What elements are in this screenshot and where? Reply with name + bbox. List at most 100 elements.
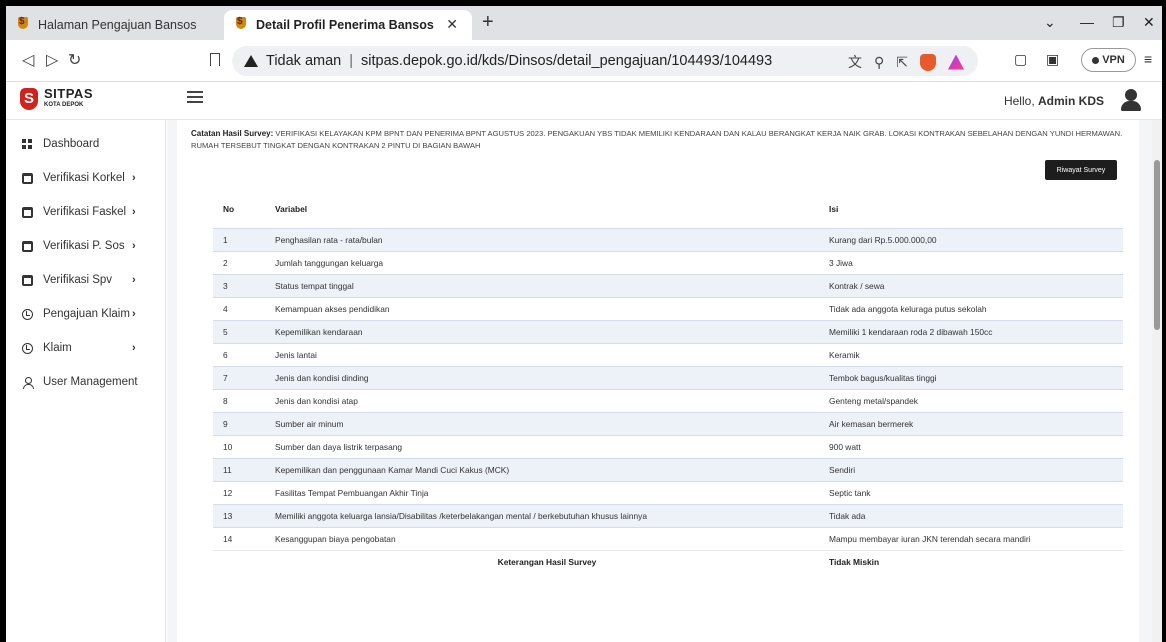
- sidebar: Dashboard Verifikasi Korkel › Verifikasi…: [6, 120, 166, 642]
- cell-isi: Keramik: [819, 342, 1123, 366]
- browser-toolbar: ◁ ▷ ↻ Tidak aman | sitpas.depok.go.id/kd…: [6, 40, 1162, 82]
- cell-isi: Tidak ada anggota keluraga putus sekolah: [819, 296, 1123, 320]
- tab-detail-profil[interactable]: Detail Profil Penerima Bansos ✕: [224, 10, 472, 40]
- vpn-button[interactable]: VPN: [1081, 48, 1136, 72]
- user-name: Admin KDS: [1038, 94, 1104, 108]
- sidebar-item-verifikasi-faskel[interactable]: Verifikasi Faskel ›: [6, 200, 166, 224]
- tab-halaman-pengajuan[interactable]: Halaman Pengajuan Bansos: [6, 10, 218, 40]
- survey-result-label: Keterangan Hasil Survey: [265, 549, 819, 574]
- brave-shield-icon[interactable]: [920, 53, 936, 71]
- cell-isi: Memiliki 1 kendaraan roda 2 dibawah 150c…: [819, 319, 1123, 344]
- riwayat-survey-button[interactable]: Riwayat Survey: [1045, 160, 1117, 180]
- logo-title: SITPAS: [44, 85, 93, 101]
- calendar-icon: [22, 206, 33, 218]
- back-icon[interactable]: ◁: [22, 50, 34, 70]
- survey-table: No Variabel Isi 1 Penghasilan rata - rata…: [213, 190, 1123, 574]
- sidebar-item-label: Verifikasi Spv: [43, 274, 113, 286]
- wallet-icon[interactable]: ▣: [1046, 51, 1059, 68]
- cell-variabel: Fasilitas Tempat Pembuangan Akhir Tinja: [265, 480, 819, 504]
- chevron-right-icon: ›: [132, 172, 136, 184]
- sidebar-item-label: Verifikasi P. Sos: [43, 240, 125, 252]
- cell-variabel: Jenis dan kondisi atap: [265, 388, 819, 412]
- calendar-icon: [22, 172, 33, 184]
- grid-icon: [22, 138, 33, 150]
- cell-no: 12: [213, 480, 265, 504]
- sidebar-toggle-icon[interactable]: ▢: [1014, 51, 1027, 68]
- sidebar-item-label: Verifikasi Korkel: [43, 172, 125, 184]
- sidebar-item-label: User Management: [43, 376, 138, 388]
- greeting-prefix: Hello,: [1003, 94, 1035, 108]
- table-row: 2 Jumlah tanggungan keluarga 3 Jiwa: [213, 250, 1123, 274]
- page-scrollbar[interactable]: [1152, 120, 1162, 642]
- sidebar-item-verifikasi-psos[interactable]: Verifikasi P. Sos ›: [6, 234, 166, 258]
- sidebar-item-verifikasi-korkel[interactable]: Verifikasi Korkel ›: [6, 166, 166, 190]
- logo-text: SITPAS KOTA DEPOK: [44, 85, 93, 110]
- menu-icon[interactable]: ≡: [1144, 51, 1152, 67]
- sidebar-item-dashboard[interactable]: Dashboard: [6, 132, 166, 156]
- survey-note-text: VERIFIKASI KELAYAKAN KPM BPNT DAN PENERI…: [191, 129, 1123, 150]
- url-text: sitpas.depok.go.id/kds/Dinsos/detail_pen…: [361, 53, 773, 69]
- close-tab-icon[interactable]: ✕: [446, 16, 458, 33]
- table-row: 10 Sumber dan daya listrik terpasang 900 w…: [213, 434, 1123, 458]
- survey-note-label: Catatan Hasil Survey:: [191, 129, 274, 138]
- chevron-right-icon: ›: [132, 240, 136, 252]
- forward-icon[interactable]: ▷: [46, 50, 58, 70]
- sitpas-favicon-icon: [234, 16, 248, 33]
- table-row: 13 Memiliki anggota keluarga lansia/Disab…: [213, 503, 1123, 528]
- app-header: S SITPAS KOTA DEPOK Hello, Admin KDS: [6, 82, 1162, 120]
- cell-isi: Tembok bagus/kualitas tinggi: [819, 365, 1123, 390]
- sidebar-item-label: Verifikasi Faskel: [43, 206, 127, 218]
- translate-icon[interactable]: ⽂: [848, 52, 862, 72]
- header-isi: Isi: [829, 203, 839, 214]
- cell-no: 6: [213, 342, 265, 366]
- cell-no: 9: [213, 411, 265, 436]
- cell-variabel: Memiliki anggota keluarga lansia/Disabil…: [265, 503, 819, 528]
- cell-isi: Septic tank: [819, 480, 1123, 504]
- cell-isi: Sendiri: [819, 457, 1123, 482]
- calendar-icon: [22, 240, 33, 252]
- cell-no: 14: [213, 526, 265, 550]
- app-logo[interactable]: S SITPAS KOTA DEPOK: [20, 85, 93, 110]
- table-row: 6 Jenis lantai Keramik: [213, 342, 1123, 366]
- warning-icon: [244, 55, 258, 67]
- cell-no: 3: [213, 273, 265, 298]
- cell-isi: 900 watt: [819, 434, 1123, 458]
- bookmark-icon[interactable]: [210, 53, 220, 66]
- new-tab-icon[interactable]: +: [482, 12, 494, 32]
- rewards-icon[interactable]: [948, 54, 964, 70]
- close-window-icon[interactable]: ✕: [1143, 14, 1155, 31]
- maximize-icon[interactable]: ❐: [1112, 14, 1125, 31]
- sidebar-item-user-management[interactable]: User Management: [6, 370, 166, 394]
- zoom-icon[interactable]: ⚲: [874, 54, 884, 71]
- chevron-down-icon[interactable]: ⌄: [1044, 14, 1056, 31]
- chevron-right-icon: ›: [132, 342, 136, 354]
- cell-variabel: Jenis dan kondisi dinding: [265, 365, 819, 390]
- reload-icon[interactable]: ↻: [68, 50, 81, 70]
- minimize-icon[interactable]: —: [1080, 14, 1094, 30]
- user-greeting: Hello, Admin KDS: [1004, 94, 1104, 108]
- address-bar[interactable]: Tidak aman | sitpas.depok.go.id/kds/Dins…: [232, 46, 978, 76]
- cell-no: 2: [213, 250, 265, 274]
- cell-variabel: Kemampuan akses pendidikan: [265, 296, 819, 320]
- tab-strip: Halaman Pengajuan Bansos Detail Profil P…: [6, 6, 1162, 40]
- share-icon[interactable]: ⇱: [896, 54, 908, 71]
- table-row: 5 Kepemilikan kendaraan Memiliki 1 kendara…: [213, 319, 1123, 344]
- cell-isi: Kontrak / sewa: [819, 273, 1123, 298]
- sidebar-item-klaim[interactable]: Klaim ›: [6, 336, 166, 360]
- sidebar-item-pengajuan-klaim[interactable]: Pengajuan Klaim ›: [6, 302, 166, 326]
- hamburger-menu-icon[interactable]: [187, 91, 203, 106]
- cell-no: 5: [213, 319, 265, 344]
- cell-variabel: Kepemilikan dan penggunaan Kamar Mandi C…: [265, 457, 819, 482]
- sidebar-item-verifikasi-spv[interactable]: Verifikasi Spv ›: [6, 268, 166, 292]
- clock-icon: [22, 342, 33, 354]
- cell-no: 8: [213, 388, 265, 412]
- cell-variabel: Kesanggupan biaya pengobatan: [265, 526, 819, 550]
- logo-subtitle: KOTA DEPOK: [44, 101, 84, 108]
- table-row: 8 Jenis dan kondisi atap Genteng metal/spa…: [213, 388, 1123, 412]
- user-avatar-icon[interactable]: [1120, 89, 1142, 111]
- chevron-right-icon: ›: [132, 274, 136, 286]
- cell-no: 10: [213, 434, 265, 458]
- cell-variabel: Penghasilan rata - rata/bulan: [265, 227, 819, 252]
- cell-no: 11: [213, 457, 265, 482]
- scrollbar-thumb[interactable]: [1154, 160, 1160, 330]
